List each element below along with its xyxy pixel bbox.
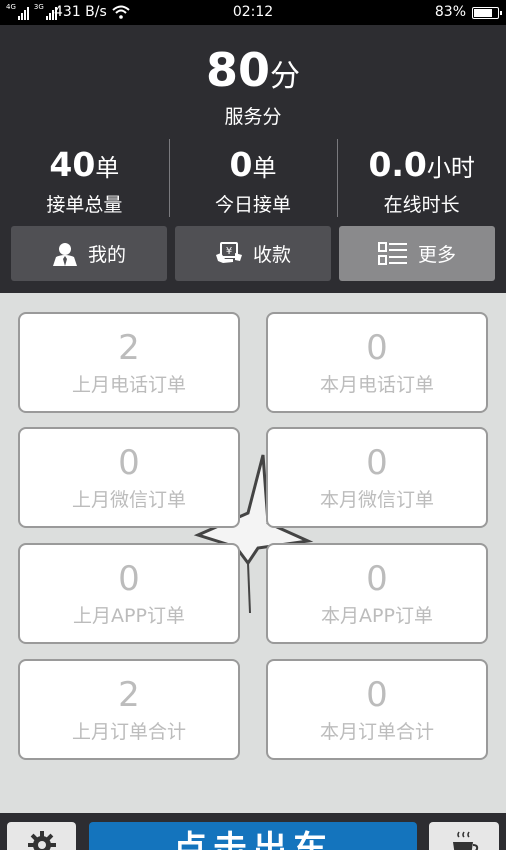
stat-total-orders: 40单 接单总量: [0, 137, 169, 217]
bottom-toolbar: 点击出车: [0, 813, 506, 850]
more-button-label: 更多: [417, 244, 456, 266]
stat-unit: 小时: [426, 154, 475, 182]
order-count: 0: [366, 443, 388, 483]
stat-label: 接单总量: [46, 194, 123, 216]
order-card-this-month-app[interactable]: 0 本月APP订单: [266, 543, 488, 644]
order-card-last-month-app[interactable]: 0 上月APP订单: [18, 543, 240, 644]
order-card-last-month-phone[interactable]: 2 上月电话订单: [18, 312, 240, 413]
order-label: 上月APP订单: [73, 605, 185, 627]
order-card-this-month-wechat[interactable]: 0 本月微信订单: [266, 427, 488, 528]
stat-value: 40: [49, 145, 96, 184]
orders-panel: 2 上月电话订单 0 本月电话订单 0 上月微信订单 0 本月微信订单 0 上月…: [0, 293, 506, 813]
battery-icon: [472, 7, 502, 19]
gear-icon: [27, 831, 56, 850]
stat-value: 0: [229, 145, 253, 184]
status-bar: 4G 3G 431 B/s 02:12 83%: [0, 0, 506, 25]
order-count: 0: [366, 559, 388, 599]
collect-payment-label: 收款: [252, 244, 291, 266]
list-icon: [377, 241, 408, 266]
order-label: 本月APP订单: [321, 605, 433, 627]
collect-payment-button[interactable]: ¥ 收款: [175, 226, 331, 281]
start-driving-button[interactable]: 点击出车: [89, 822, 417, 850]
service-score-value: 80: [205, 43, 270, 97]
order-count: 0: [118, 559, 140, 599]
more-button[interactable]: 更多: [339, 226, 495, 281]
order-label: 本月订单合计: [319, 721, 434, 743]
stat-value: 0.0: [368, 145, 427, 184]
mine-button-label: 我的: [87, 244, 126, 266]
stats-row: 40单 接单总量 0单 今日接单 0.0小时 在线时长: [0, 137, 506, 217]
order-label: 本月电话订单: [319, 374, 434, 396]
service-score: 80分: [0, 43, 506, 97]
stat-label: 在线时长: [383, 194, 460, 216]
clock: 02:12: [232, 4, 274, 20]
order-label: 本月微信订单: [319, 489, 434, 511]
payment-icon: ¥: [215, 241, 243, 267]
rest-button[interactable]: [429, 822, 499, 850]
order-card-this-month-total[interactable]: 0 本月订单合计: [266, 659, 488, 760]
order-label: 上月电话订单: [71, 374, 186, 396]
user-icon: [52, 241, 78, 267]
dashboard-header: 80分 服务分 40单 接单总量 0单 今日接单 0.0小时 在线时长 我的 ¥…: [0, 25, 506, 293]
order-label: 上月微信订单: [71, 489, 186, 511]
order-count: 2: [118, 675, 140, 715]
service-score-unit: 分: [270, 59, 300, 94]
order-count: 0: [118, 443, 140, 483]
battery-percent: 83%: [434, 4, 466, 20]
svg-text:¥: ¥: [226, 246, 232, 257]
mine-button[interactable]: 我的: [11, 226, 167, 281]
order-count: 0: [366, 675, 388, 715]
stat-today-orders: 0单 今日接单: [168, 137, 338, 217]
order-card-last-month-wechat[interactable]: 0 上月微信订单: [18, 427, 240, 528]
stat-online-hours: 0.0小时 在线时长: [337, 137, 506, 217]
order-card-this-month-phone[interactable]: 0 本月电话订单: [266, 312, 488, 413]
coffee-cup-icon: [453, 831, 479, 850]
stat-label: 今日接单: [215, 194, 292, 216]
stat-unit: 单: [95, 154, 120, 182]
order-label: 上月订单合计: [71, 721, 186, 743]
order-count: 2: [118, 328, 140, 368]
order-count: 0: [366, 328, 388, 368]
service-score-label: 服务分: [224, 106, 282, 128]
settings-button[interactable]: [7, 822, 76, 850]
order-card-last-month-total[interactable]: 2 上月订单合计: [18, 659, 240, 760]
stat-unit: 单: [252, 154, 277, 182]
